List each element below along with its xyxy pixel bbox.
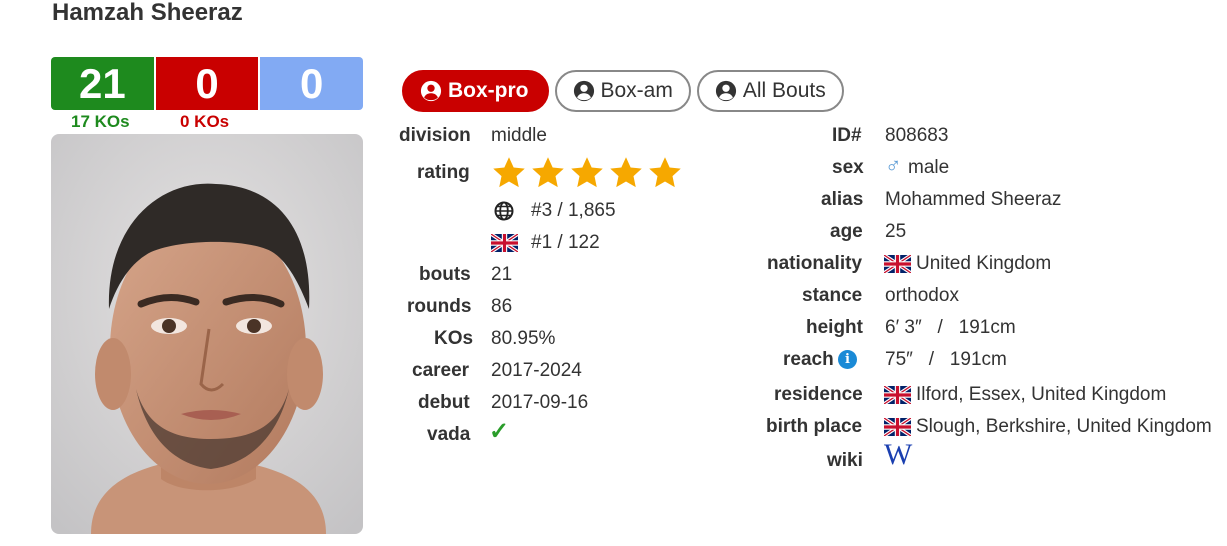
career-value: 2017-2024 — [491, 360, 582, 381]
kos-label: KOs — [434, 328, 474, 349]
id-label: ID# — [832, 125, 862, 146]
birth-place-label: birth place — [766, 416, 863, 437]
nationality-label: nationality — [767, 253, 863, 274]
debut-value: 2017-09-16 — [491, 392, 589, 413]
wins-count[interactable]: 21 — [51, 57, 154, 110]
age-value: 25 — [885, 221, 907, 242]
rating-label: rating — [417, 162, 470, 183]
draws-count[interactable]: 0 — [260, 57, 364, 110]
height-label: height — [806, 317, 863, 338]
uk-flag-icon — [884, 386, 911, 404]
kos-value: 80.95% — [491, 328, 556, 349]
uk-flag-icon — [491, 234, 518, 252]
world-rank-link[interactable]: #3 / 1,865 — [531, 200, 616, 222]
star-icon — [569, 155, 605, 191]
star-icon — [491, 155, 527, 191]
user-circle-icon — [420, 80, 442, 102]
star-icon — [530, 155, 566, 191]
country-rank-link[interactable]: #1 / 122 — [531, 232, 600, 254]
birth-place-value: Slough, Berkshire, United Kingdom — [916, 416, 1212, 437]
uk-flag-icon — [884, 418, 911, 436]
boxer-name: Hamzah Sheeraz — [52, 0, 243, 26]
division-value: middle — [491, 125, 547, 146]
boxer-photo — [51, 134, 363, 534]
tab-box-pro[interactable]: Box-pro — [402, 70, 549, 112]
wins-kos: 17 KOs — [71, 112, 130, 131]
uk-flag-icon — [884, 255, 911, 273]
residence-label: residence — [774, 384, 863, 405]
rounds-label: rounds — [407, 296, 472, 317]
wiki-label: wiki — [827, 450, 863, 471]
record-tabs: Box-pro Box-am All Bouts — [402, 70, 850, 112]
rating-stars — [491, 155, 686, 191]
reach-label: reach — [783, 349, 834, 370]
tab-label: Box-pro — [448, 79, 529, 102]
losses-count[interactable]: 0 — [155, 57, 259, 110]
bouts-label: bouts — [419, 264, 471, 285]
record-summary: 21 0 0 — [51, 57, 364, 110]
user-circle-icon — [715, 80, 737, 102]
sex-label: sex — [832, 157, 864, 178]
reach-value: 75″ / 191cm — [885, 349, 1007, 370]
star-icon — [608, 155, 644, 191]
user-circle-icon — [573, 80, 595, 102]
stance-label: stance — [802, 285, 863, 306]
star-icon — [647, 155, 683, 191]
career-label: career — [412, 360, 470, 381]
bouts-value: 21 — [491, 264, 513, 285]
sex-value: male — [908, 157, 950, 178]
alias-value: Mohammed Sheeraz — [885, 189, 1062, 210]
age-label: age — [830, 221, 863, 242]
stance-value: orthodox — [885, 285, 959, 306]
wikipedia-icon[interactable]: W — [884, 440, 912, 470]
losses-kos: 0 KOs — [180, 112, 230, 131]
tab-all-bouts[interactable]: All Bouts — [696, 70, 844, 112]
alias-label: alias — [821, 189, 864, 210]
debut-label: debut — [418, 392, 470, 413]
nationality-value: United Kingdom — [916, 253, 1052, 274]
height-value: 6′ 3″ / 191cm — [885, 317, 1016, 338]
globe-icon — [494, 201, 514, 221]
tab-label: Box-am — [600, 79, 673, 102]
check-icon: ✓ — [489, 418, 510, 445]
male-symbol-icon: ♂ — [885, 153, 902, 178]
info-icon[interactable]: i — [838, 350, 857, 369]
rounds-value: 86 — [491, 296, 513, 317]
vada-label: vada — [427, 424, 471, 445]
tab-box-am[interactable]: Box-am — [554, 70, 691, 112]
residence-value: Ilford, Essex, United Kingdom — [916, 384, 1167, 405]
tab-label: All Bouts — [742, 79, 826, 102]
division-label: division — [399, 125, 471, 146]
id-value: 808683 — [885, 125, 949, 146]
